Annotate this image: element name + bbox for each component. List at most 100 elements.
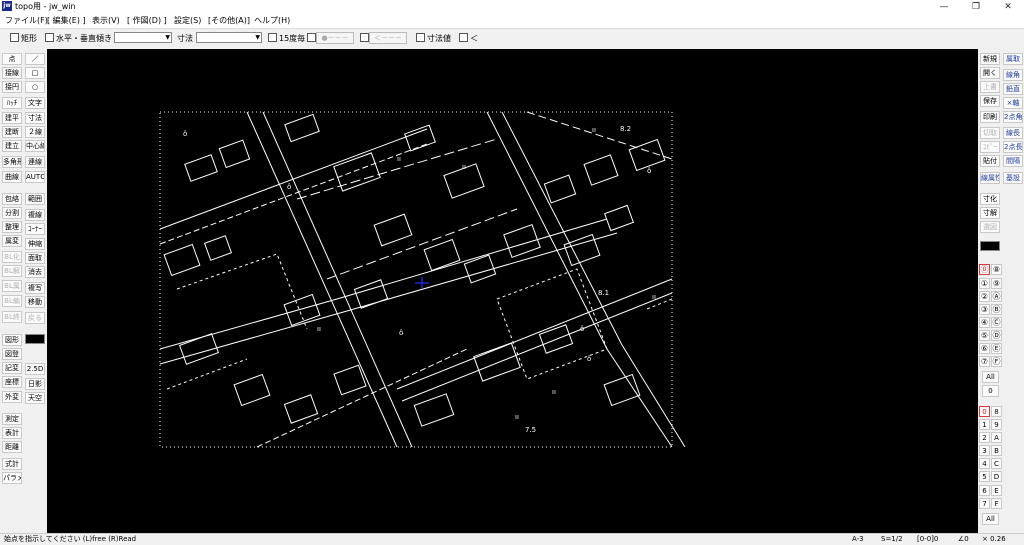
print-button[interactable]: 印刷	[980, 111, 1000, 123]
tool-extend[interactable]: 伸縮	[25, 238, 45, 250]
layer-2[interactable]: 2	[979, 432, 990, 443]
tool-tangent[interactable]: 接線	[2, 67, 22, 79]
status-layer[interactable]: [0-0]0	[917, 535, 938, 544]
status-scale[interactable]: S=1/2	[881, 535, 903, 544]
tool-rectangle[interactable]: □	[25, 67, 45, 79]
layer-all-button[interactable]: All	[982, 513, 999, 525]
hv-checkbox[interactable]: 水平・垂直	[45, 33, 96, 44]
attr-get-button[interactable]: 属取	[1003, 53, 1023, 65]
layer-5[interactable]: 5	[979, 471, 990, 482]
menu-draw[interactable]: [ 作図(D) ]	[127, 15, 167, 27]
layer-group-3[interactable]: ③	[979, 304, 990, 315]
layer-4[interactable]: 4	[979, 458, 990, 469]
tool-bldg-section[interactable]: 建断	[2, 126, 22, 138]
layer-group-8[interactable]: ⑧	[991, 264, 1002, 275]
menu-other[interactable]: [その他(A)]	[208, 15, 250, 27]
tool-block-end[interactable]: BL終	[2, 311, 22, 323]
layer-7[interactable]: 7	[979, 498, 990, 509]
tool-sky[interactable]: 天空	[25, 392, 45, 404]
layer-c[interactable]: C	[991, 458, 1002, 469]
x-axis-button[interactable]: ×軸	[1003, 97, 1023, 109]
tool-circle[interactable]: ○	[25, 81, 45, 93]
layer-e[interactable]: E	[991, 485, 1002, 496]
layer-group-all-button[interactable]: All	[982, 371, 999, 383]
status-zoom[interactable]: × 0.26	[982, 535, 1006, 544]
tool-offset[interactable]: 複線	[25, 209, 45, 221]
tool-distance[interactable]: 距離	[2, 441, 22, 453]
line-angle-button[interactable]: 線角	[1003, 69, 1023, 81]
tool-point[interactable]: 点	[2, 53, 22, 65]
tool-text[interactable]: 文字	[25, 97, 45, 109]
tool-block-attr[interactable]: BL属	[2, 280, 22, 292]
tool-symbol-change[interactable]: 記変	[2, 362, 22, 374]
layer-group-6[interactable]: ⑥	[979, 343, 990, 354]
tool-hatch[interactable]: ﾊｯﾁ	[2, 97, 22, 109]
tool-envelope[interactable]: 包絡	[2, 193, 22, 205]
tool-move[interactable]: 移動	[25, 296, 45, 308]
status-angle[interactable]: ∠0	[958, 535, 969, 544]
layer-8[interactable]: 8	[991, 406, 1002, 417]
layer-f[interactable]: F	[991, 498, 1002, 509]
line-attr-button[interactable]: 線属性	[980, 172, 1000, 184]
dim-convert-button[interactable]: 寸化	[980, 193, 1000, 205]
layer-group-0[interactable]: ⓪	[979, 264, 990, 275]
tool-auto[interactable]: AUTO	[25, 171, 45, 183]
select-figure-button[interactable]: 選図	[980, 221, 1000, 233]
close-icon[interactable]: ✕	[994, 0, 1022, 14]
tool-block-create[interactable]: BL化	[2, 251, 22, 263]
fwd-button[interactable]: ●－－－	[316, 32, 354, 44]
copy-button[interactable]: ｺﾋﾟｰ	[980, 141, 1000, 153]
tool-chamfer[interactable]: 面取	[25, 252, 45, 264]
two-point-length-button[interactable]: 2点長	[1003, 141, 1023, 153]
current-color-swatch[interactable]	[980, 241, 1000, 251]
tool-measure[interactable]: 測定	[2, 413, 22, 425]
file-save-button[interactable]: 保存	[980, 95, 1000, 107]
slope-select[interactable]: ▼	[114, 32, 172, 43]
layer-group-5[interactable]: ⑤	[979, 330, 990, 341]
layer-group-current[interactable]: 0	[982, 385, 999, 397]
layer-1[interactable]: 1	[979, 419, 990, 430]
rect-checkbox[interactable]: 矩形	[10, 33, 37, 44]
layer-group-9[interactable]: ⑨	[991, 278, 1002, 289]
layer-group-1[interactable]: ①	[979, 278, 990, 289]
layer-group-a[interactable]: Ⓐ	[991, 291, 1002, 302]
tool-continuous-line[interactable]: 連線	[25, 156, 45, 168]
tool-range[interactable]: 範囲	[25, 193, 45, 205]
tool-polygon[interactable]: 多角形	[2, 156, 22, 168]
tool-center-line[interactable]: 中心線	[25, 140, 45, 152]
file-overwrite-button[interactable]: 上書	[980, 81, 1000, 93]
layer-3[interactable]: 3	[979, 445, 990, 456]
layer-group-7[interactable]: ⑦	[979, 356, 990, 367]
layer-d[interactable]: D	[991, 471, 1002, 482]
tool-2-5d[interactable]: 2.5D	[25, 363, 45, 375]
tool-block-edit[interactable]: BL編	[2, 295, 22, 307]
vertical-button[interactable]: 鉛直	[1003, 83, 1023, 95]
status-paper-size[interactable]: A-3	[852, 535, 864, 544]
tool-block-explode[interactable]: BL解	[2, 265, 22, 277]
base-setting-button[interactable]: 基設	[1003, 172, 1023, 184]
layer-a[interactable]: A	[991, 432, 1002, 443]
dim-select[interactable]: ▼	[196, 32, 262, 43]
tool-line[interactable]: ／	[25, 53, 45, 65]
dim-explode-button[interactable]: 寸解	[980, 207, 1000, 219]
menu-settings[interactable]: 設定(S)	[174, 15, 201, 27]
tool-bldg-elev[interactable]: 建立	[2, 140, 22, 152]
layer-9[interactable]: 9	[991, 419, 1002, 430]
interval-button[interactable]: 間隔	[1003, 155, 1023, 167]
tool-double-line[interactable]: ２線	[25, 126, 45, 138]
tool-dimension[interactable]: 寸法	[25, 112, 45, 124]
menu-view[interactable]: 表示(V)	[92, 15, 120, 27]
layer-group-b[interactable]: Ⓑ	[991, 304, 1002, 315]
tool-cleanup[interactable]: 整理	[2, 221, 22, 233]
layer-group-e[interactable]: Ⓔ	[991, 343, 1002, 354]
layer-group-d[interactable]: Ⓓ	[991, 330, 1002, 341]
tool-coordinate[interactable]: 座標	[2, 376, 22, 388]
tool-external-change[interactable]: 外変	[2, 391, 22, 403]
layer-group-c[interactable]: Ⓒ	[991, 317, 1002, 328]
tool-erase[interactable]: 消去	[25, 266, 45, 278]
dimval-checkbox[interactable]: 寸法値	[416, 33, 451, 44]
cut-button[interactable]: 切取	[980, 127, 1000, 139]
menu-edit[interactable]: [ 編集(E) ]	[47, 15, 86, 27]
drawing-canvas[interactable]: ô ô ô ô ô ô ıı ıı ıı ıı ıı ıı ıı 8.2 8.1…	[47, 49, 978, 533]
tool-corner[interactable]: ｺｰﾅｰ	[25, 223, 45, 235]
